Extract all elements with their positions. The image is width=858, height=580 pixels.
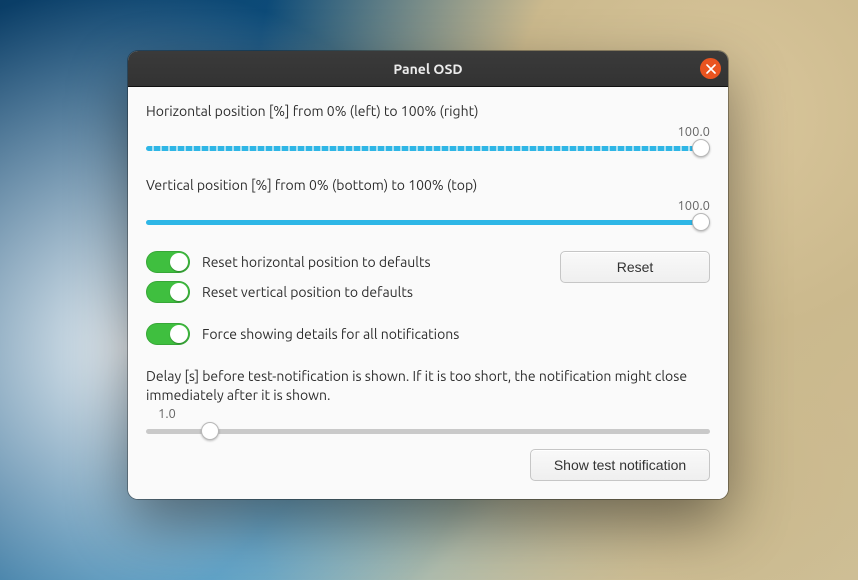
show-test-row: Show test notification (146, 449, 710, 481)
reset-horizontal-toggle-row: Reset horizontal position to defaults (146, 251, 540, 273)
delay-section: Delay [s] before test-notification is sh… (146, 367, 710, 441)
force-details-row: Force showing details for all notificati… (146, 323, 710, 345)
panel-osd-window: Panel OSD Horizontal position [%] from 0… (128, 51, 728, 499)
reset-toggles-column: Reset horizontal position to defaults Re… (146, 251, 540, 303)
close-icon (706, 64, 716, 74)
desktop-background: Panel OSD Horizontal position [%] from 0… (0, 0, 858, 580)
vertical-position-slider[interactable] (146, 219, 710, 225)
delay-slider[interactable] (146, 429, 710, 435)
reset-horizontal-label: Reset horizontal position to defaults (202, 254, 431, 270)
show-test-notification-button[interactable]: Show test notification (530, 449, 710, 481)
vertical-position-section: Vertical position [%] from 0% (bottom) t… (146, 177, 710, 231)
reset-button[interactable]: Reset (560, 251, 710, 283)
reset-vertical-label: Reset vertical position to defaults (202, 284, 413, 300)
vertical-position-label: Vertical position [%] from 0% (bottom) t… (146, 177, 710, 193)
force-details-toggle[interactable] (146, 323, 190, 345)
window-title: Panel OSD (393, 61, 462, 77)
horizontal-position-slider[interactable] (146, 145, 710, 151)
delay-label: Delay [s] before test-notification is sh… (146, 367, 710, 405)
horizontal-position-value: 100.0 (146, 125, 710, 139)
reset-vertical-toggle[interactable] (146, 281, 190, 303)
horizontal-position-section: Horizontal position [%] from 0% (left) t… (146, 103, 710, 157)
window-content: Horizontal position [%] from 0% (left) t… (128, 87, 728, 499)
horizontal-position-label: Horizontal position [%] from 0% (left) t… (146, 103, 710, 119)
reset-row: Reset horizontal position to defaults Re… (146, 251, 710, 303)
close-button[interactable] (700, 58, 721, 79)
reset-vertical-toggle-row: Reset vertical position to defaults (146, 281, 540, 303)
reset-horizontal-toggle[interactable] (146, 251, 190, 273)
titlebar[interactable]: Panel OSD (128, 51, 728, 87)
vertical-position-value: 100.0 (146, 199, 710, 213)
force-details-label: Force showing details for all notificati… (202, 326, 459, 342)
